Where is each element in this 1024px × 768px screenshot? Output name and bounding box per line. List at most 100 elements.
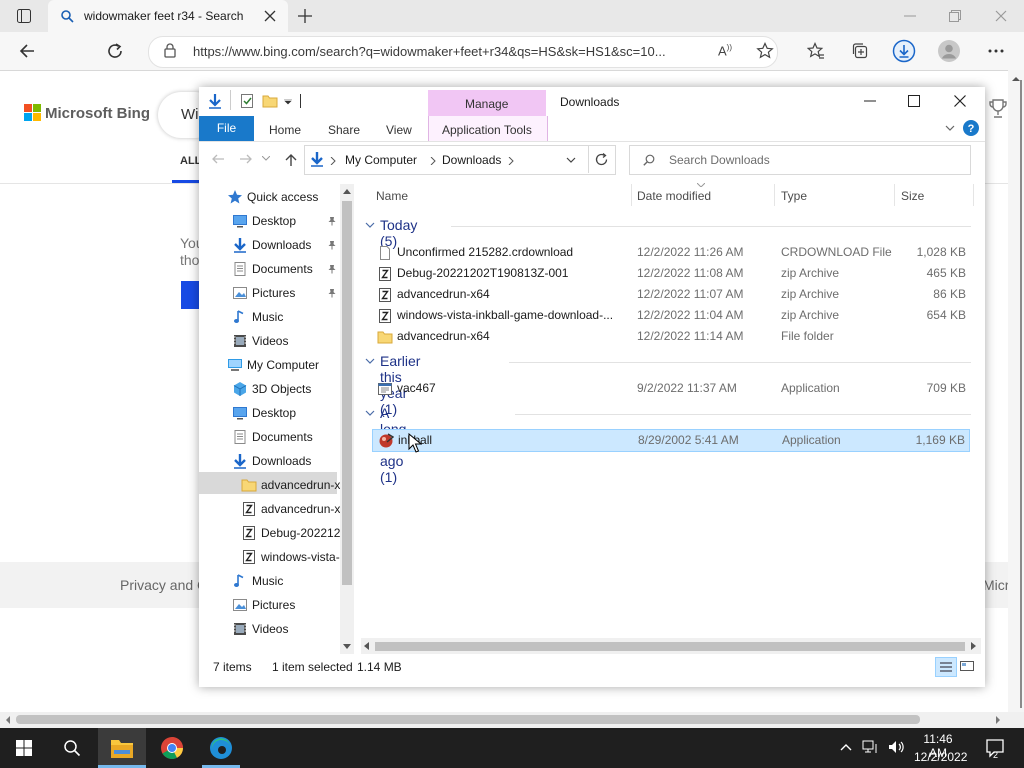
nav-item-videos[interactable]: Videos (199, 330, 339, 352)
recent-locations-icon[interactable] (262, 156, 270, 161)
nav-item-desktop[interactable]: Desktop (199, 210, 339, 232)
read-aloud-icon[interactable]: A)) (718, 43, 732, 58)
column-header-date[interactable]: Date modified (637, 189, 711, 203)
downloads-icon[interactable] (892, 39, 916, 63)
column-separator[interactable] (774, 184, 775, 206)
file-row[interactable]: Unconfirmed 215282.crdownload 12/2/2022 1… (372, 242, 970, 263)
tab-file[interactable]: File (199, 116, 254, 141)
column-separator[interactable] (631, 184, 632, 206)
collections-icon[interactable] (851, 42, 869, 60)
minimize-window-icon[interactable] (904, 10, 916, 22)
file-row[interactable]: vac467 9/2/2022 11:37 AM Application 709 KB (372, 378, 970, 399)
help-icon[interactable]: ? (963, 120, 979, 136)
properties-icon[interactable] (239, 93, 255, 109)
large-icons-view-icon[interactable] (959, 658, 975, 674)
search-placeholder[interactable]: Search Downloads (669, 153, 770, 167)
explorer-close-icon[interactable] (954, 95, 966, 107)
nav-back-icon[interactable] (211, 154, 225, 164)
breadcrumb-downloads[interactable]: Downloads (442, 153, 501, 167)
column-separator[interactable] (894, 184, 895, 206)
url-text[interactable]: https://www.bing.com/search?q=widowmaker… (193, 44, 713, 59)
add-favorite-icon[interactable] (756, 42, 774, 60)
back-arrow-icon[interactable] (18, 42, 36, 60)
expand-ribbon-icon[interactable] (945, 125, 955, 131)
refresh-icon[interactable] (106, 42, 124, 60)
explorer-maximize-icon[interactable] (908, 95, 920, 107)
show-hidden-icons-icon[interactable] (840, 743, 852, 751)
nav-item-3d-objects[interactable]: 3D Objects (199, 378, 339, 400)
file-row[interactable]: windows-vista-inkball-game-download-... 1… (372, 305, 970, 326)
group-collapse-chevron-icon[interactable] (365, 410, 375, 416)
file-row[interactable]: Debug-20221202T190813Z-001 12/2/2022 11:0… (372, 263, 970, 284)
nav-item-my-computer[interactable]: My Computer (199, 354, 339, 376)
column-header-size[interactable]: Size (901, 189, 924, 203)
nav-item-music[interactable]: Music (199, 570, 339, 592)
nav-scroll-down-icon[interactable] (343, 644, 351, 649)
more-options-icon[interactable] (988, 49, 1004, 53)
bing-blue-button[interactable] (181, 281, 199, 309)
nav-item-advancedrun-x[interactable]: advancedrun-x (199, 474, 340, 496)
bing-logo-text[interactable]: Microsoft Bing (45, 105, 150, 122)
nav-item-debug-202212[interactable]: Debug-202212 (199, 522, 340, 544)
restore-window-icon[interactable] (949, 10, 961, 22)
nav-item-quick-access[interactable]: Quick access (199, 186, 339, 208)
nav-item-pictures[interactable]: Pictures (199, 282, 339, 304)
windows-start-icon[interactable] (16, 740, 32, 756)
taskbar-edge-icon[interactable] (209, 736, 233, 760)
column-separator[interactable] (973, 184, 974, 206)
breadcrumb-chevron-icon[interactable] (430, 157, 436, 165)
breadcrumb-chevron-icon[interactable] (508, 157, 514, 165)
nav-up-icon[interactable] (285, 153, 297, 167)
list-scroll-left-icon[interactable] (364, 642, 369, 650)
new-folder-icon[interactable] (262, 93, 278, 109)
column-header-name[interactable]: Name (376, 189, 408, 203)
taskbar-file-explorer-icon[interactable] (110, 737, 134, 759)
explorer-minimize-icon[interactable] (864, 100, 876, 102)
tab-home[interactable]: Home (269, 123, 301, 137)
tab-application-tools[interactable]: Application Tools (442, 123, 532, 137)
nav-item-downloads[interactable]: Downloads (199, 450, 339, 472)
group-collapse-chevron-icon[interactable] (365, 358, 375, 364)
nav-item-downloads[interactable]: Downloads (199, 234, 339, 256)
microsoft-logo-icon[interactable] (24, 104, 41, 121)
quick-access-download-icon[interactable] (207, 93, 223, 109)
nav-item-documents[interactable]: Documents (199, 258, 339, 280)
group-collapse-chevron-icon[interactable] (365, 222, 375, 228)
nav-forward-icon[interactable] (239, 154, 253, 164)
customize-toolbar-icon[interactable] (284, 99, 292, 105)
new-tab-icon[interactable] (297, 8, 313, 24)
file-list-hscroll-thumb[interactable] (375, 642, 965, 651)
bing-privacy-link[interactable]: Privacy and C (120, 577, 207, 593)
favorites-icon[interactable] (807, 42, 825, 60)
nav-item-advancedrun-x[interactable]: advancedrun-x (199, 498, 340, 520)
network-icon[interactable] (862, 740, 880, 754)
nav-item-windows-vista[interactable]: windows-vista- (199, 546, 340, 568)
scroll-left-icon[interactable] (5, 716, 11, 724)
taskbar-search-icon[interactable] (63, 739, 81, 757)
explorer-refresh-icon[interactable] (595, 153, 608, 166)
bing-search-query[interactable]: Wi (181, 106, 199, 123)
nav-item-pictures[interactable]: Pictures (199, 594, 339, 616)
clock-date[interactable]: 12/2/2022 (914, 750, 967, 764)
column-header-type[interactable]: Type (781, 189, 807, 203)
breadcrumb-my-computer[interactable]: My Computer (345, 153, 417, 167)
address-history-chevron-icon[interactable] (566, 157, 576, 163)
tab-manage[interactable]: Manage (465, 97, 508, 111)
list-scroll-right-icon[interactable] (971, 642, 976, 650)
close-window-icon[interactable] (995, 10, 1007, 22)
nav-item-desktop[interactable]: Desktop (199, 402, 339, 424)
page-vertical-thumb[interactable] (1020, 80, 1022, 708)
rewards-trophy-icon[interactable] (988, 98, 1008, 120)
file-row[interactable]: advancedrun-x64 12/2/2022 11:07 AM zip Arc… (372, 284, 970, 305)
page-horizontal-thumb[interactable] (16, 715, 920, 724)
tab-actions-icon[interactable] (16, 8, 32, 24)
tab-share[interactable]: Share (328, 123, 360, 137)
tab-view[interactable]: View (386, 123, 412, 137)
close-tab-icon[interactable] (264, 10, 276, 22)
nav-item-documents[interactable]: Documents (199, 426, 339, 448)
nav-scroll-up-icon[interactable] (343, 189, 351, 194)
file-row[interactable]: advancedrun-x64 12/2/2022 11:14 AM File fo… (372, 326, 970, 347)
nav-pane-scroll-thumb[interactable] (342, 201, 352, 585)
details-view-button[interactable] (935, 657, 957, 677)
nav-item-videos[interactable]: Videos (199, 618, 339, 640)
